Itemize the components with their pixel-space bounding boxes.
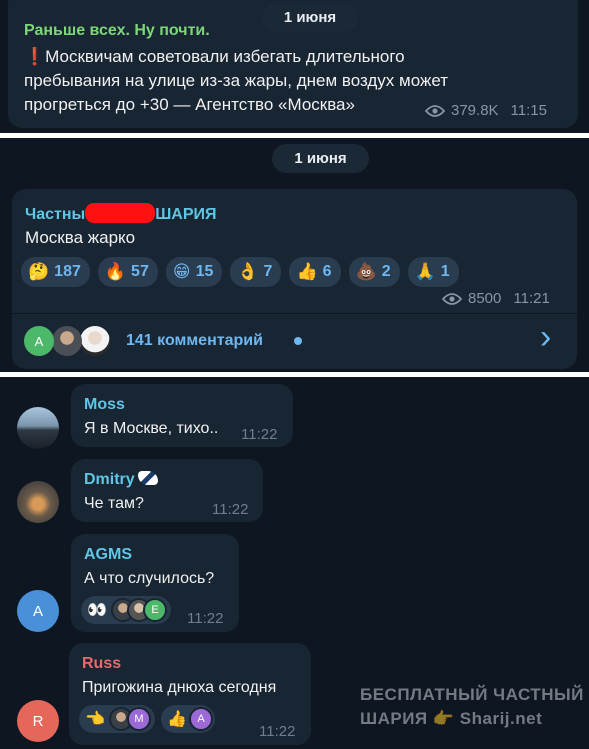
reaction-count: 7	[263, 263, 273, 280]
chevron-right-icon: ›	[540, 318, 552, 356]
comment-author[interactable]: Dmitry	[84, 471, 158, 489]
comments-panel: Moss Я в Москве, тихо.. 11:22 Dmitry Че …	[0, 377, 589, 749]
post-text-body: Москвичам советовали избегать длительног…	[24, 47, 449, 114]
comments-count-label: 141 комментарий	[126, 332, 263, 349]
eyes-icon: 👀	[87, 600, 107, 619]
reaction-count: 187	[54, 263, 81, 280]
comments-row[interactable]: A 141 комментарий ›	[12, 314, 577, 369]
reaction-thinking[interactable]: 🤔 187	[21, 257, 90, 287]
thinking-face-icon: 🤔	[28, 262, 50, 282]
commenter-avatar: A	[24, 326, 54, 356]
post-panel-2: 1 июня Частны ШАРИЯ Москва жарко 🤔 187 🔥 57…	[0, 138, 589, 372]
reaction-ok-hand[interactable]: 👌 7	[230, 257, 282, 287]
ok-hand-icon: 👌	[237, 262, 259, 282]
comment-time: 11:22	[212, 501, 249, 518]
channel-name[interactable]: Частны ШАРИЯ	[25, 203, 217, 224]
reaction-count: 1	[440, 263, 450, 280]
comment-bubble: AGMS А что случилось? 👀 E 11:22	[71, 534, 239, 632]
comment-text: Я в Москве, тихо..	[84, 420, 219, 437]
point-left-hand-icon: 👈	[85, 709, 105, 728]
grin-face-icon: 😁	[172, 262, 191, 282]
comment-text: Пригожина днюха сегодня	[82, 679, 277, 696]
reaction-thumbs-up[interactable]: 👍 6	[289, 257, 341, 287]
comment-bubble: Dmitry Че там? 11:22	[71, 459, 263, 522]
post-panel-1: 1 июня Раньше всех. Ну почти. ❗Москвичам…	[0, 0, 589, 133]
views-eye-icon	[425, 104, 445, 117]
comment-reaction[interactable]: 👈 M	[79, 705, 155, 733]
channel-name[interactable]: Раньше всех. Ну почти.	[24, 22, 210, 40]
user-avatar-agms[interactable]: A	[17, 590, 59, 632]
post-time: 11:21	[513, 290, 550, 307]
reaction-count: 2	[381, 263, 391, 280]
pray-icon: 🙏	[414, 262, 436, 282]
post-text: Москва жарко	[25, 228, 136, 247]
comment-reaction[interactable]: 👀 E	[81, 596, 171, 624]
channel-name-left: Частны	[25, 206, 86, 223]
date-pill: 1 июня	[272, 144, 369, 173]
unread-dot-icon	[294, 337, 302, 345]
reaction-poop[interactable]: 💩 2	[348, 257, 400, 287]
post-meta: 8500 11:21	[442, 290, 550, 307]
comment-author[interactable]: Moss	[84, 396, 125, 414]
reaction-fire[interactable]: 🔥 57	[97, 257, 158, 287]
date-pill: 1 июня	[262, 3, 358, 32]
reactions-bar: 🤔 187 🔥 57 😁 15 👌 7 👍 6 💩 2 🙏 1	[21, 257, 459, 287]
reactor-avatar: A	[189, 707, 213, 731]
post-meta: 379.8K 11:15	[425, 102, 547, 119]
redaction-mark	[85, 203, 156, 223]
bird-badge-icon	[137, 471, 158, 485]
post-bubble: Частны ШАРИЯ Москва жарко 🤔 187 🔥 57 😁 15 👌 7…	[12, 189, 577, 369]
watermark-line-1: БЕСПЛАТНЫЙ ЧАСТНЫЙ	[360, 685, 584, 704]
point-right-hand-icon: 👉	[432, 709, 455, 729]
views-count: 8500	[468, 290, 502, 307]
thumbs-up-icon: 👍	[296, 262, 318, 282]
user-avatar-russ[interactable]: R	[17, 700, 59, 742]
reaction-count: 6	[322, 263, 332, 280]
commenter-avatar	[80, 326, 110, 356]
views-eye-icon	[442, 292, 462, 305]
channel-name-right: ШАРИЯ	[155, 206, 217, 223]
comment-time: 11:22	[187, 610, 224, 627]
post-time: 11:15	[510, 102, 547, 119]
comment-reaction[interactable]: 👍 A	[161, 705, 215, 733]
comment-time: 11:22	[259, 723, 296, 740]
comment-text: Че там?	[84, 495, 144, 512]
watermark-line-2: ШАРИЯ 👉 Sharij.net	[360, 709, 543, 729]
comment-bubble: Russ Пригожина днюха сегодня 👈 M 👍 A 11:…	[69, 643, 311, 745]
reactor-avatar: E	[143, 598, 167, 622]
comment-author[interactable]: Russ	[82, 655, 121, 673]
views-count: 379.8K	[451, 102, 499, 119]
fire-icon: 🔥	[104, 262, 127, 282]
user-avatar-moss[interactable]	[17, 407, 59, 449]
reaction-count: 15	[195, 263, 214, 280]
reactor-avatar: M	[127, 707, 151, 731]
comment-author[interactable]: AGMS	[84, 546, 132, 564]
user-avatar-dmitry[interactable]	[17, 481, 59, 523]
comment-bubble: Moss Я в Москве, тихо.. 11:22	[71, 384, 293, 447]
post-text: ❗Москвичам советовали избегать длительно…	[24, 45, 494, 117]
comment-text: А что случилось?	[84, 570, 215, 587]
reaction-count: 57	[131, 263, 149, 280]
reaction-grin[interactable]: 😁 15	[165, 257, 223, 287]
comment-time: 11:22	[241, 426, 278, 443]
poop-icon: 💩	[355, 262, 377, 282]
thumbs-up-icon: 👍	[167, 709, 187, 728]
alert-icon: ❗	[24, 47, 46, 66]
commenter-avatar	[52, 326, 82, 356]
reaction-pray[interactable]: 🙏 1	[407, 257, 459, 287]
